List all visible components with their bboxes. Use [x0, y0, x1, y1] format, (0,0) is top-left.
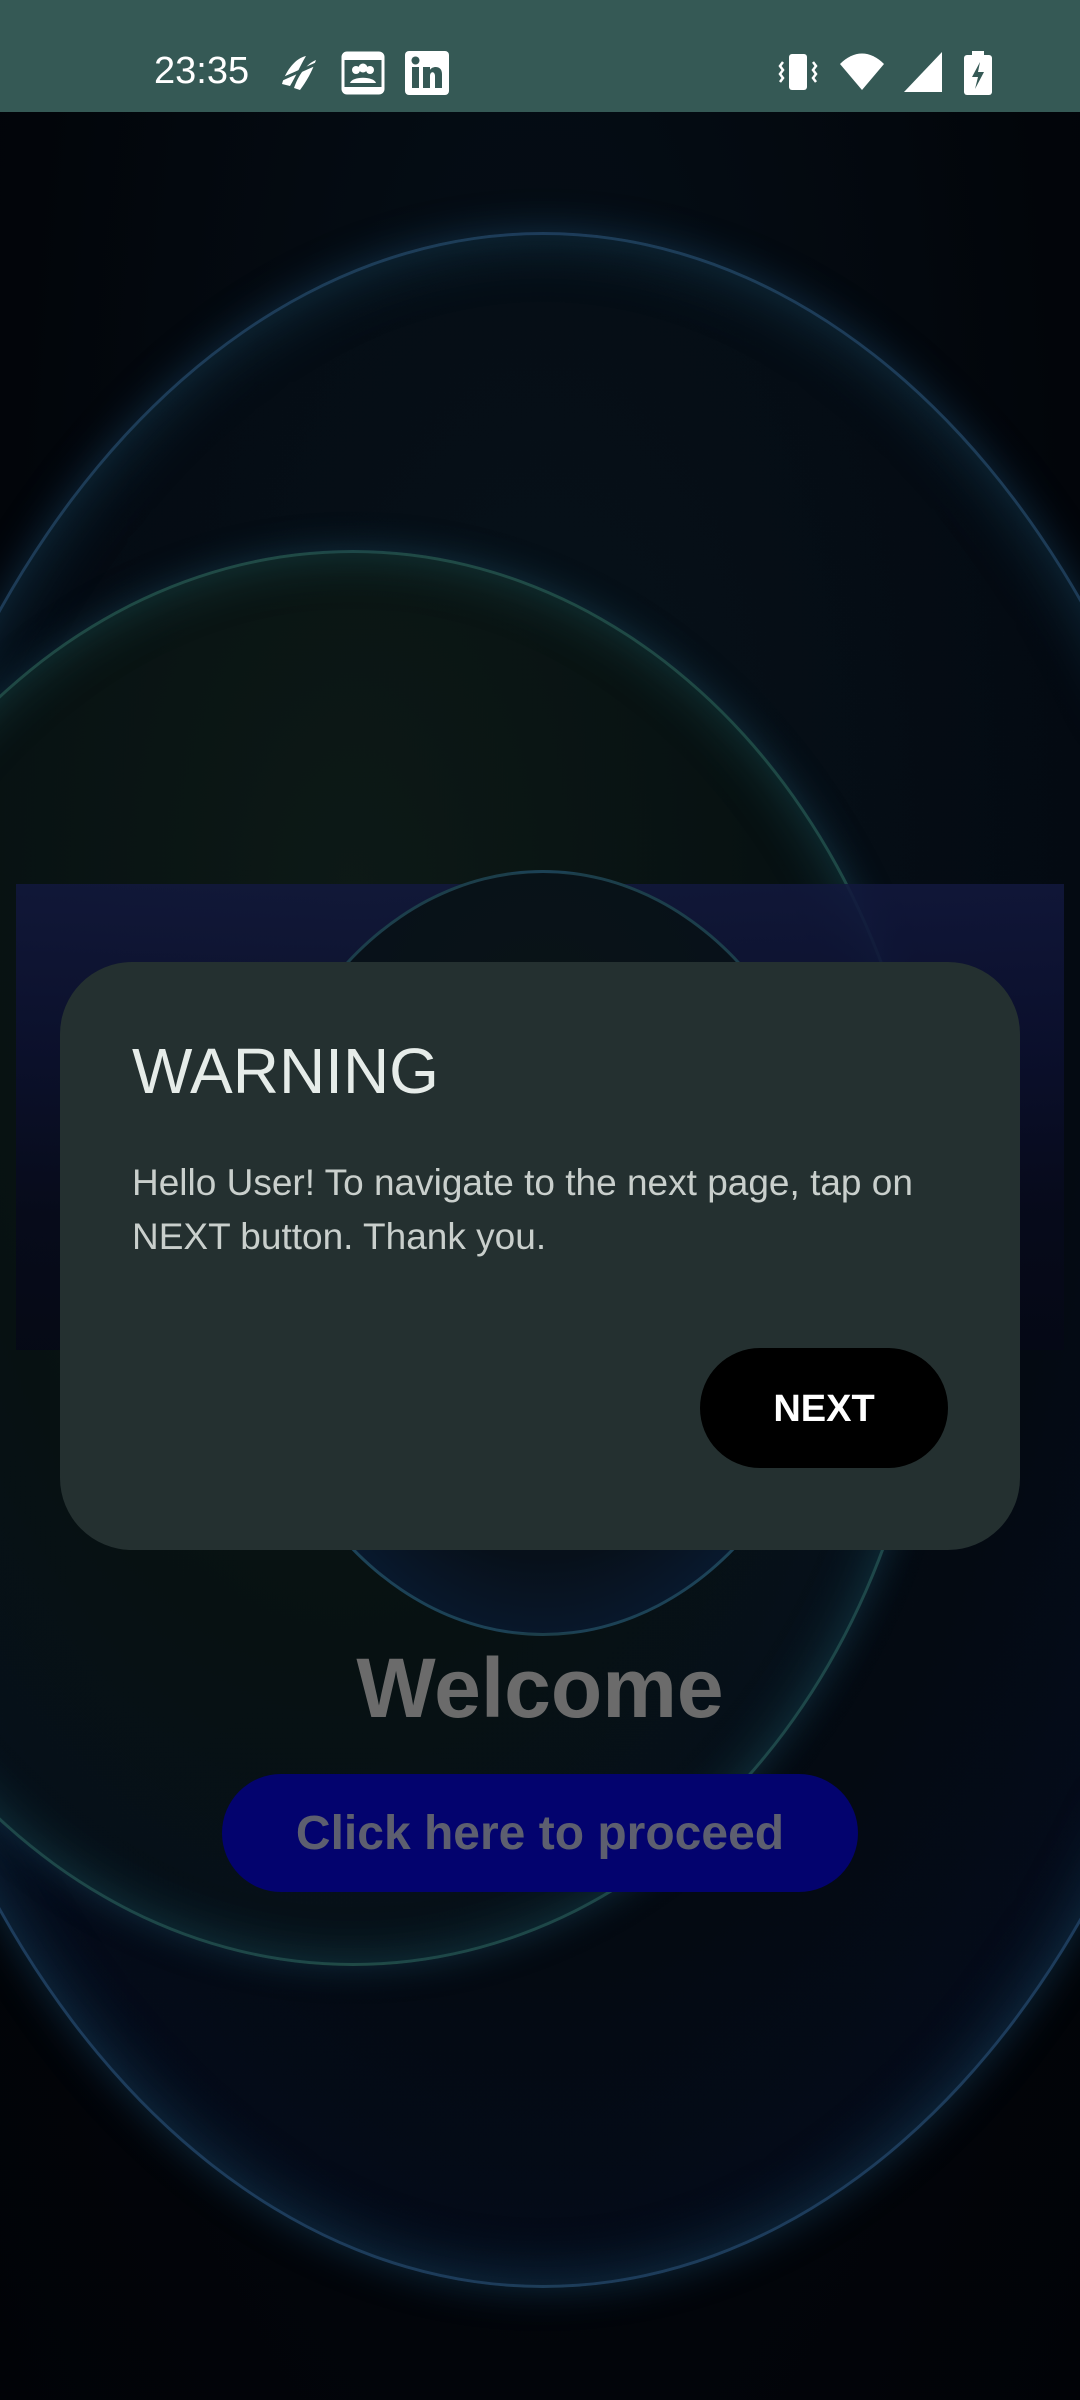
dialog-title: WARNING [132, 1035, 439, 1107]
welcome-heading: Welcome [356, 1641, 724, 1735]
status-time: 23:35 [154, 50, 250, 92]
dialog-message: Hello User! To navigate to the next page… [132, 1162, 913, 1257]
status-bar: 23:35 [0, 0, 1080, 112]
app-screen: 23:35 Welcome Click here to proceed WARN… [0, 0, 1080, 2400]
battery-charging-icon [962, 50, 994, 101]
cellular-signal-icon [902, 50, 946, 99]
warning-dialog: WARNING Hello User! To navigate to the n… [60, 962, 1020, 1550]
swirl-app-icon [276, 50, 322, 99]
next-button[interactable]: NEXT [700, 1348, 948, 1468]
proceed-button[interactable]: Click here to proceed [222, 1774, 858, 1892]
wifi-icon [838, 50, 886, 99]
contacts-card-icon [340, 50, 386, 101]
vibrate-icon [776, 50, 820, 99]
linkedin-icon [404, 50, 450, 101]
